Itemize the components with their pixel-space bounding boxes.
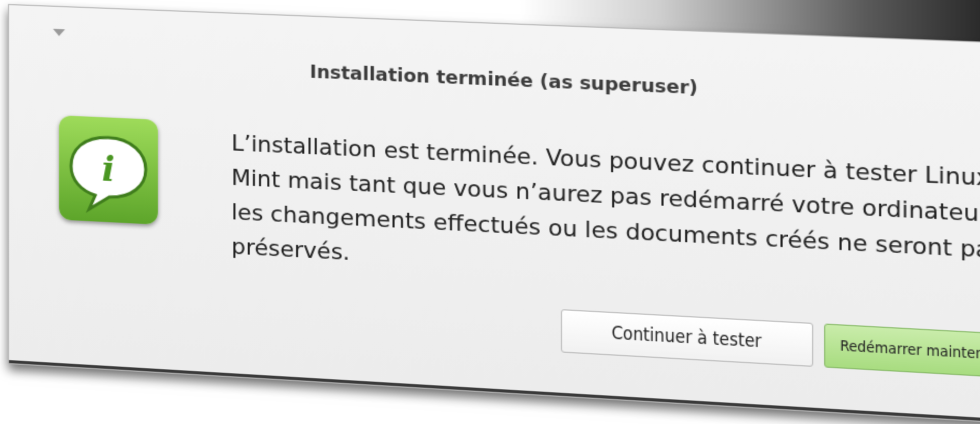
continue-testing-button[interactable]: Continuer à tester: [560, 309, 814, 367]
svg-text:i: i: [102, 149, 115, 190]
window-menu-arrow-icon[interactable]: [53, 28, 66, 37]
installation-complete-dialog: Installation terminée (as superuser) × i…: [8, 4, 980, 424]
info-speech-bubble-icon: i: [59, 115, 158, 225]
dialog-message: L’installation est terminée. Vous pouvez…: [231, 131, 980, 267]
dialog-title: Installation terminée (as superuser): [309, 61, 698, 100]
dialog-bottom-edge: [8, 360, 980, 424]
